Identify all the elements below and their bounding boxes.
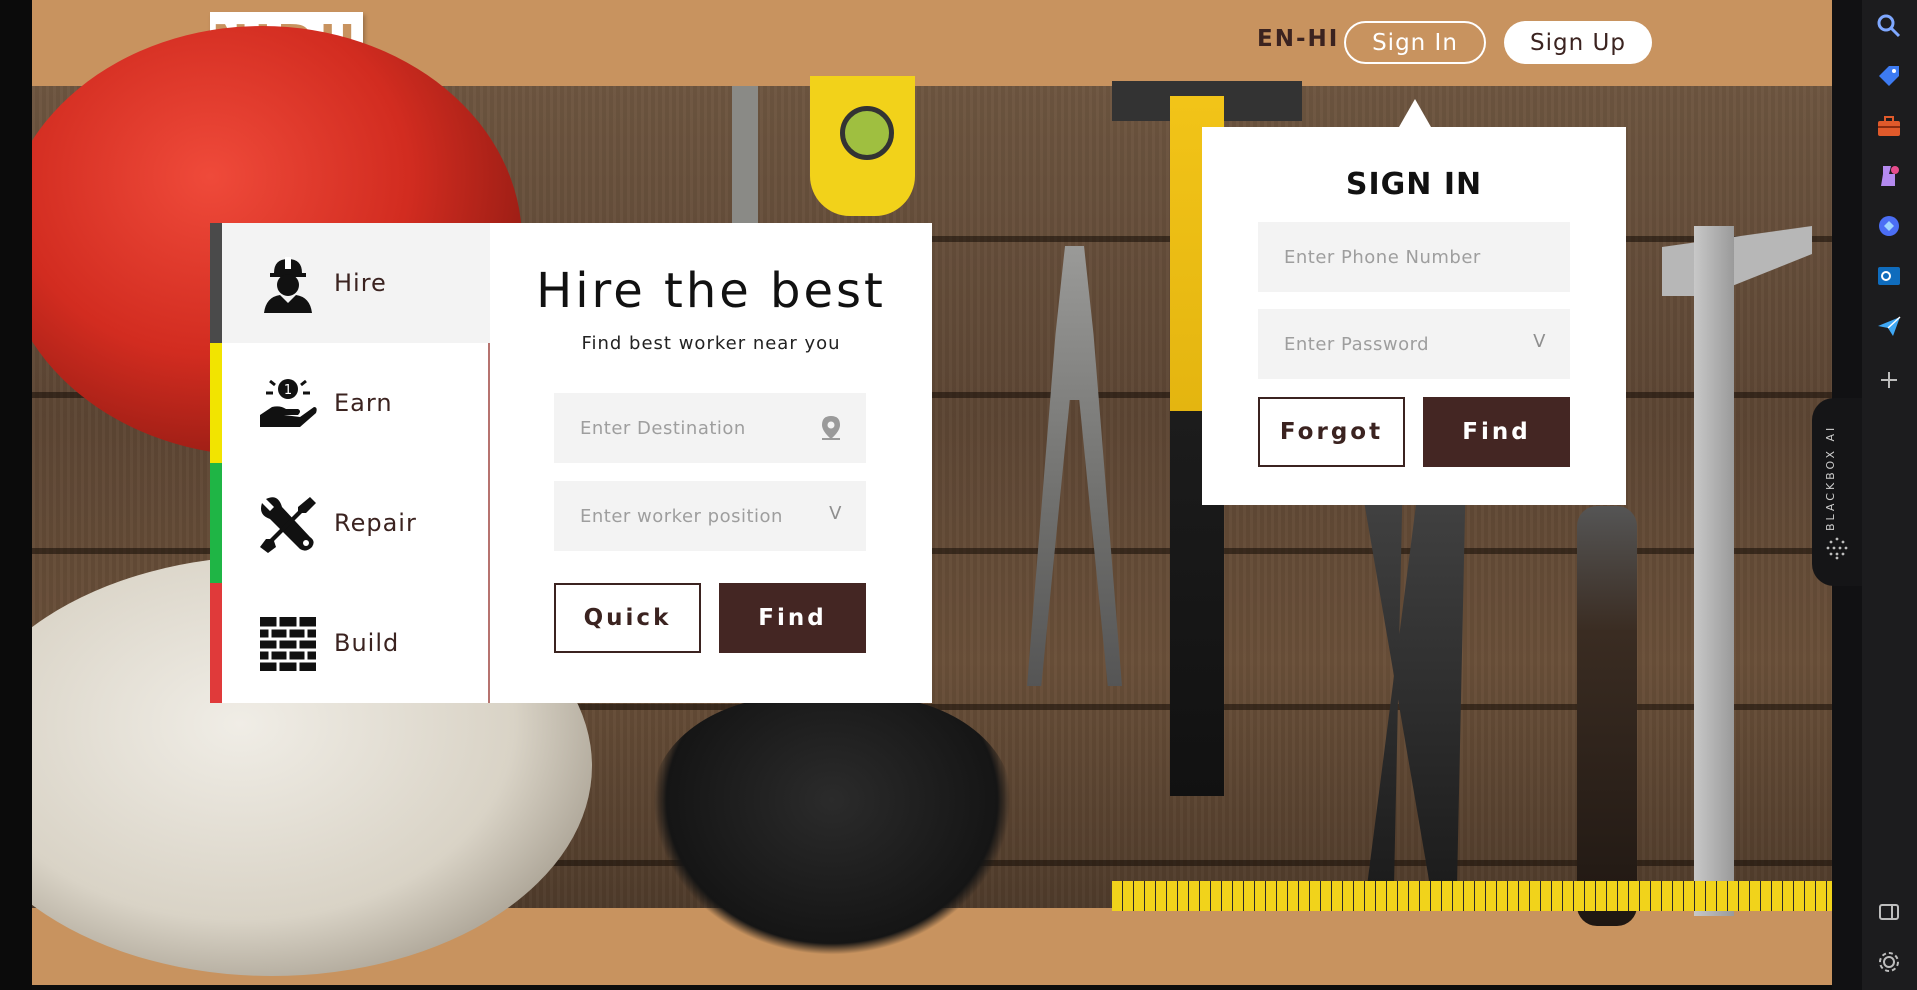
blackbox-extension-tab[interactable]: BLACKBOX AI [1812,398,1862,586]
games-icon[interactable] [1875,162,1903,190]
pliers-graphic [1027,246,1122,686]
blackbox-label: BLACKBOX AI [1824,424,1837,532]
worker-position-placeholder: Enter worker position [580,505,783,527]
category-item-build[interactable]: Build [210,583,490,703]
caliper-jaw-graphic [1662,226,1812,296]
category-panel: Hire 1 Earn Repair Build [210,223,490,703]
sidebar-toggle-icon[interactable] [1875,898,1903,926]
toolbox-icon[interactable] [1875,112,1903,140]
sign-in-button[interactable]: Sign In [1344,21,1486,64]
blackbox-logo-icon [1826,537,1848,560]
sign-in-find-button[interactable]: Find [1423,397,1570,467]
browser-sidebar [1862,0,1917,990]
dropdown-marker: V [829,503,842,524]
location-pin-icon [822,416,840,440]
category-color-bar [210,343,222,463]
phone-placeholder: Enter Phone Number [1284,246,1481,268]
settings-gear-icon[interactable] [1875,948,1903,976]
sign-in-title: SIGN IN [1345,167,1483,202]
category-color-bar [210,583,222,703]
category-label: Earn [334,389,393,417]
copilot-icon[interactable] [1875,212,1903,240]
hire-subtitle: Find best worker near you [581,333,841,354]
worker-helmet-icon [264,257,312,313]
glove-graphic [652,696,1012,956]
destination-input[interactable]: Enter Destination [554,393,866,463]
tape-ruler-graphic [1112,881,1832,911]
password-marker: V [1533,331,1546,352]
coin-hand-icon: 1 [260,379,317,427]
search-icon[interactable] [1875,12,1903,40]
web-page: NIDU EN-HI Sign In Sign Up Hire [32,0,1832,985]
category-color-bar [210,463,222,583]
quick-button[interactable]: Quick [554,583,701,653]
window-frame-left [0,0,32,990]
pliers-graphic-2 [1358,466,1466,886]
worker-position-select[interactable]: Enter worker position V [554,481,866,551]
brick-wall-icon [260,617,316,671]
password-placeholder: Enter Password [1284,333,1430,355]
sign-in-popup: SIGN IN Enter Phone Number Enter Passwor… [1202,99,1626,505]
destination-placeholder: Enter Destination [580,417,746,439]
forgot-button[interactable]: Forgot [1258,397,1405,467]
outlook-icon[interactable] [1875,262,1903,290]
add-icon[interactable] [1875,366,1903,394]
category-item-repair[interactable]: Repair [210,463,490,583]
category-color-bar [210,223,222,343]
send-icon[interactable] [1875,312,1903,340]
language-toggle[interactable]: EN-HI [1257,26,1339,52]
phone-number-input[interactable]: Enter Phone Number [1258,222,1570,292]
spirit-level-graphic [810,76,915,216]
svg-text:1: 1 [284,383,292,398]
category-label: Build [334,629,400,657]
metal-rod-graphic [732,86,758,236]
hire-card: Hire the best Find best worker near you … [490,223,932,703]
caliper-graphic [1694,226,1734,916]
wrench-screwdriver-icon [260,497,316,553]
category-item-earn[interactable]: 1 Earn [210,343,490,463]
hire-find-button[interactable]: Find [719,583,866,653]
hire-title: Hire the best [536,263,886,319]
password-input[interactable]: Enter Password V [1258,309,1570,379]
shopping-tag-icon[interactable] [1875,62,1903,90]
category-label: Hire [334,269,387,297]
sign-up-button[interactable]: Sign Up [1504,21,1652,64]
category-item-hire[interactable]: Hire [210,223,490,343]
screwdriver-graphic [1577,506,1637,926]
category-label: Repair [334,509,417,537]
